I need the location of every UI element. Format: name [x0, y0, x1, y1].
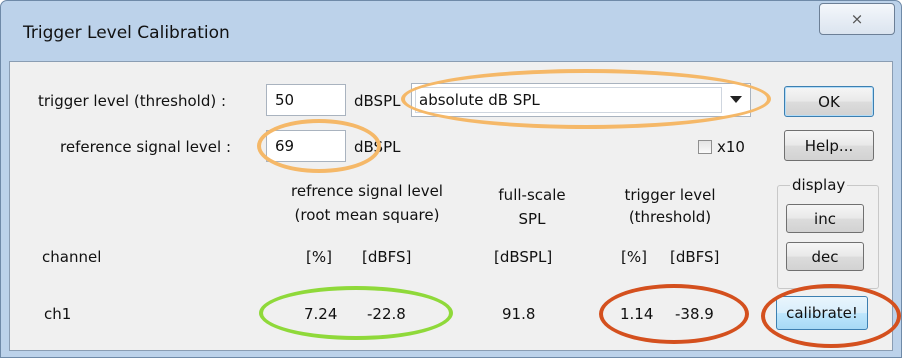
full-scale-unit: [dBSPL]	[494, 248, 553, 266]
trigger-dbfs-value: -38.9	[675, 305, 714, 323]
dec-button[interactable]: dec	[786, 242, 864, 271]
x10-label: x10	[717, 138, 745, 156]
full-scale-value: 91.8	[502, 305, 536, 323]
reference-percent-value: 7.24	[304, 305, 338, 323]
channel-column-header: channel	[42, 248, 102, 266]
level-mode-value: absolute dB SPL	[419, 91, 540, 109]
trigger-level-input[interactable]: 50	[266, 84, 346, 116]
chevron-down-icon	[730, 96, 742, 103]
trigger-column-subheader: (threshold)	[628, 208, 712, 226]
level-mode-selected: absolute dB SPL	[415, 87, 722, 113]
window-title: Trigger Level Calibration	[23, 23, 230, 43]
dialog-client-area: trigger level (threshold) : 50 dBSPL abs…	[9, 61, 893, 351]
close-button[interactable]: ⨯	[819, 3, 895, 35]
reference-percent-unit: [%]	[306, 248, 332, 266]
calibrate-button[interactable]: calibrate!	[776, 296, 868, 330]
trigger-level-value: 50	[275, 91, 295, 109]
display-group-legend: display	[790, 176, 848, 194]
full-scale-column-header: full-scale	[498, 186, 566, 204]
reference-level-unit: dBSPL	[354, 138, 401, 156]
level-mode-select[interactable]: absolute dB SPL	[411, 83, 751, 117]
x10-checkbox[interactable]	[698, 140, 712, 154]
trigger-percent-unit: [%]	[621, 248, 647, 266]
reference-level-value: 69	[275, 137, 295, 155]
close-icon: ⨯	[850, 10, 864, 28]
trigger-column-header: trigger level	[624, 186, 716, 204]
trigger-level-unit: dBSPL	[354, 92, 401, 110]
reference-column-header: refrence signal level	[291, 182, 443, 200]
trigger-level-label: trigger level (threshold) :	[38, 92, 227, 110]
ok-button[interactable]: OK	[784, 86, 874, 117]
full-scale-column-subheader: SPL	[518, 210, 546, 228]
channel-name: ch1	[44, 305, 72, 323]
trigger-percent-value: 1.14	[620, 305, 654, 323]
trigger-dbfs-unit: [dBFS]	[670, 248, 720, 266]
display-group	[777, 185, 879, 289]
reference-column-subheader: (root mean square)	[294, 206, 440, 224]
reference-level-label: reference signal level :	[60, 138, 232, 156]
help-button[interactable]: Help...	[784, 130, 874, 161]
dialog-window: Trigger Level Calibration ⨯ trigger leve…	[0, 0, 902, 358]
inc-button[interactable]: inc	[786, 204, 864, 233]
reference-level-input[interactable]: 69	[266, 130, 346, 162]
reference-dbfs-unit: [dBFS]	[362, 248, 412, 266]
reference-dbfs-value: -22.8	[367, 305, 406, 323]
